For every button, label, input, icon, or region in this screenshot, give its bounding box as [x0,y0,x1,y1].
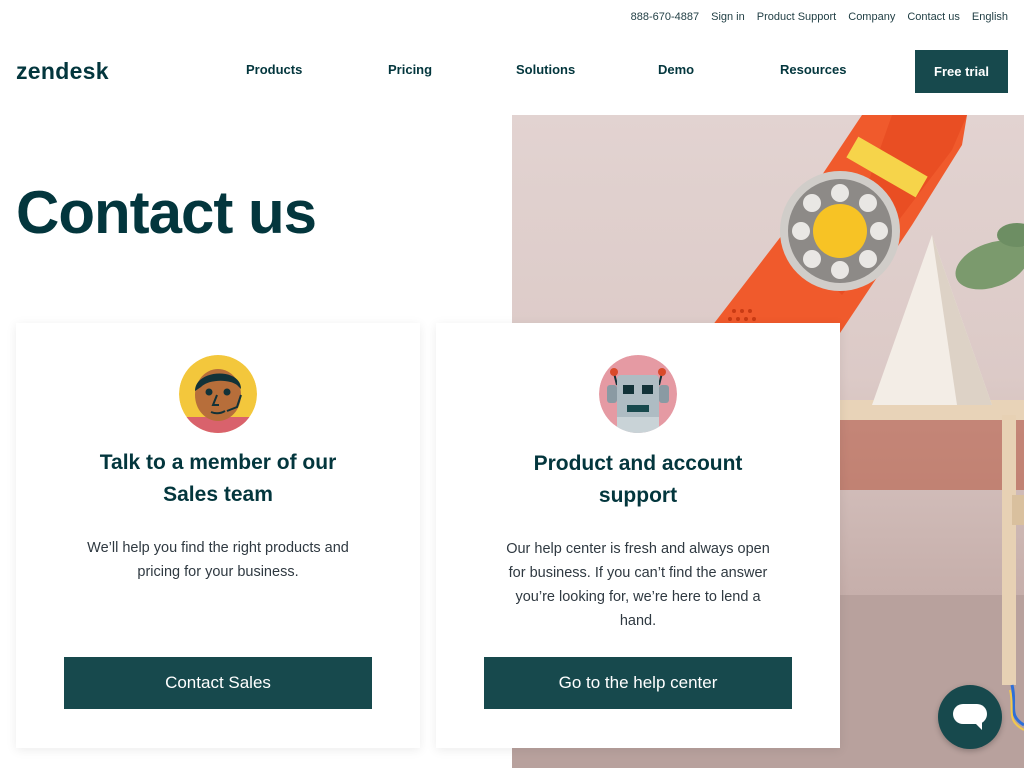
page-title: Contact us [16,179,317,246]
utility-nav: 888-670-4887 Sign in Product Support Com… [631,11,1008,23]
help-center-button[interactable]: Go to the help center [484,657,792,709]
chat-widget-button[interactable] [938,685,1002,749]
sales-person-icon [179,355,257,433]
robot-icon [599,355,677,433]
nav-products[interactable]: Products [246,62,302,77]
chat-bubble-icon [953,704,987,730]
contact-us-link[interactable]: Contact us [907,11,960,23]
support-card-heading-line2: support [598,484,678,507]
phone-link[interactable]: 888-670-4887 [631,11,700,23]
company-link[interactable]: Company [848,11,895,23]
nav-demo[interactable]: Demo [658,62,694,77]
nav-solutions[interactable]: Solutions [516,62,575,77]
language-selector[interactable]: English [972,11,1008,23]
support-card-text-line3: you’re looking for, we’re here to lend a [515,589,761,605]
nav-resources[interactable]: Resources [780,62,846,77]
support-card-text-line2: for business. If you can’t find the answ… [508,565,768,581]
support-card-heading-line1: Product and account [533,452,743,475]
support-card-text-line1: Our help center is fresh and always open [506,541,770,557]
free-trial-button[interactable]: Free trial [915,50,1008,93]
main-nav: Products Pricing Solutions Demo Resource… [0,62,1024,82]
support-card: Product and account support Our help cen… [436,323,840,748]
sales-card: Talk to a member of our Sales team We’ll… [16,323,420,748]
contact-sales-button[interactable]: Contact Sales [64,657,372,709]
product-support-link[interactable]: Product Support [757,11,837,23]
sign-in-link[interactable]: Sign in [711,11,745,23]
sales-card-text-line2: pricing for your business. [137,564,299,580]
sales-card-text-line1: We’ll help you find the right products a… [87,540,349,556]
nav-pricing[interactable]: Pricing [388,62,432,77]
sales-card-heading-line2: Sales team [163,483,273,506]
support-card-text-line4: hand. [619,613,657,629]
sales-card-heading-line1: Talk to a member of our [99,451,337,474]
